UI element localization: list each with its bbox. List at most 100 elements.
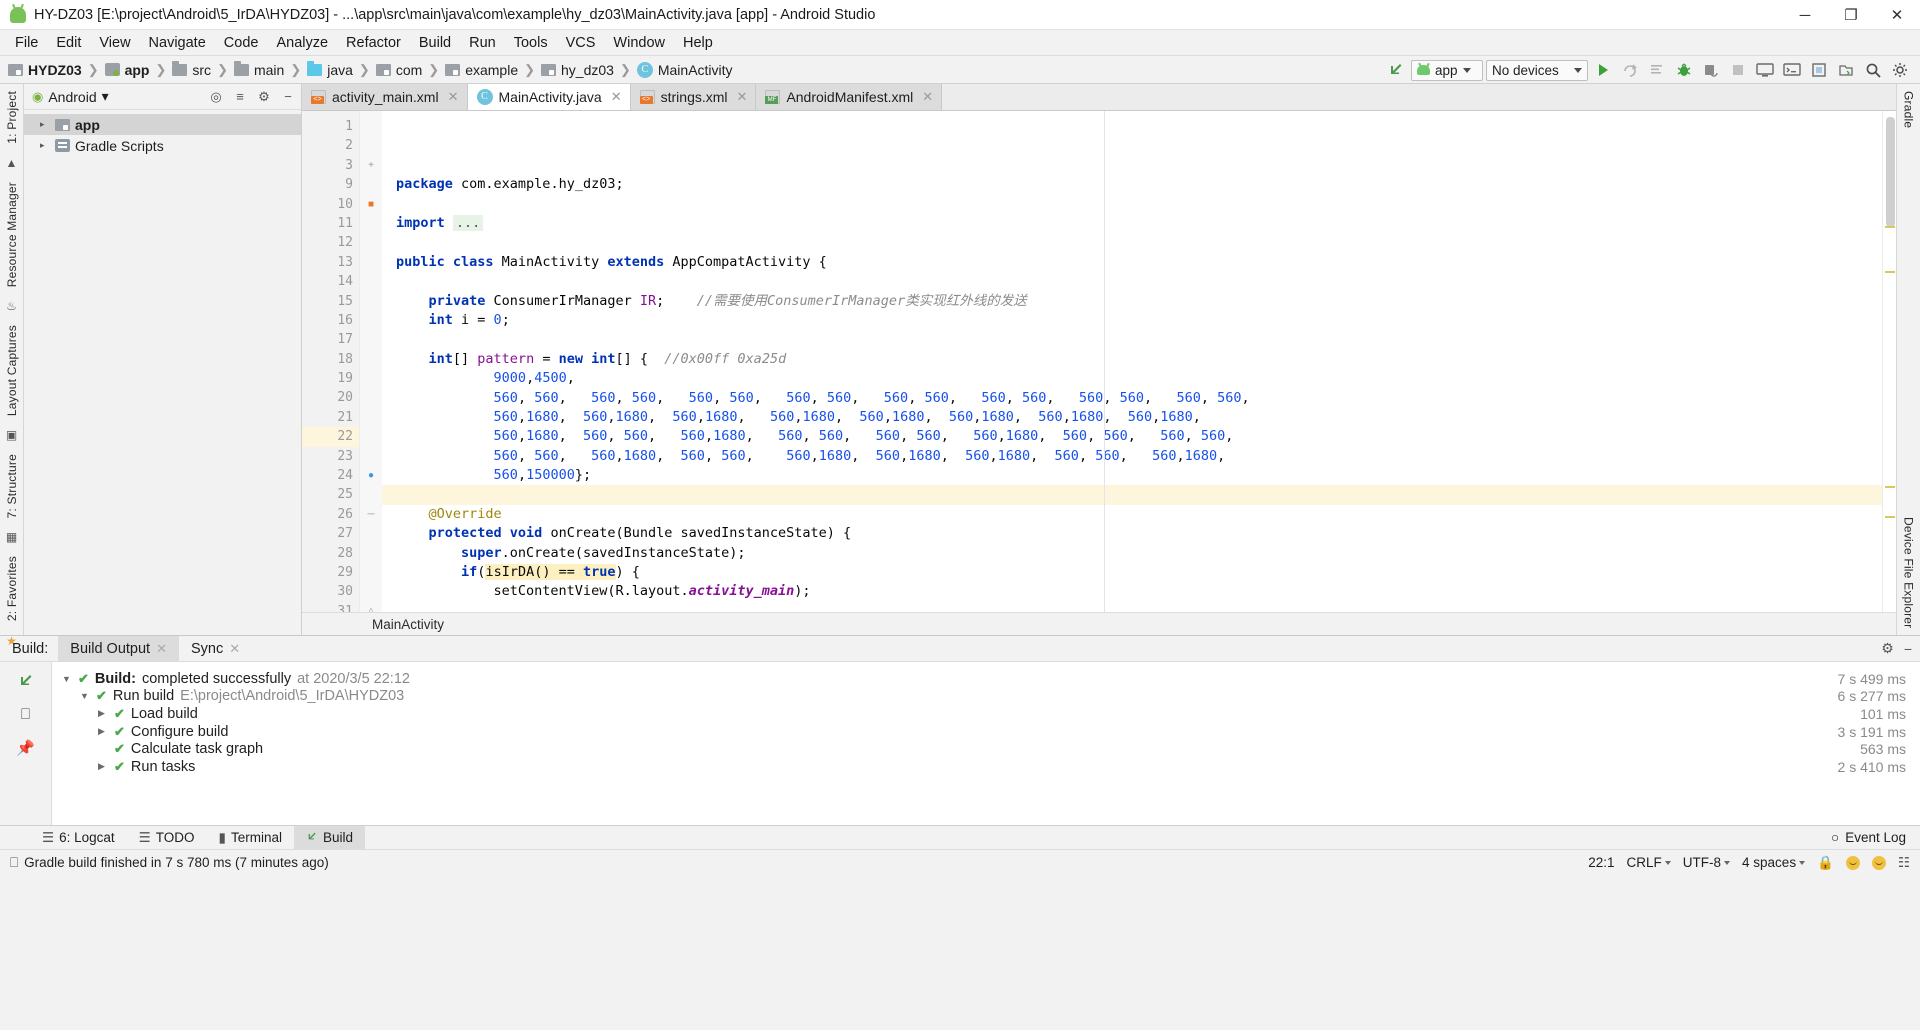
editor-breadcrumb[interactable]: MainActivity	[302, 612, 1896, 635]
breadcrumb-hy-dz03[interactable]: hy_dz03	[539, 62, 616, 78]
gear-icon[interactable]: ⚙	[1881, 640, 1894, 657]
line-number[interactable]: 16	[302, 311, 359, 330]
sdk-manager-icon[interactable]	[1780, 58, 1804, 82]
bottom-tab-build[interactable]: Build	[293, 825, 366, 850]
encoding-selector[interactable]: UTF-8	[1683, 855, 1731, 870]
code-line[interactable]: setContentView(R.layout.activity_main);	[382, 582, 1882, 601]
code-line[interactable]	[382, 272, 1882, 291]
close-icon[interactable]: ✕	[448, 89, 459, 105]
menu-view[interactable]: View	[90, 32, 139, 54]
line-number[interactable]: 14	[302, 272, 359, 291]
fold-marker[interactable]	[360, 350, 382, 369]
menu-refactor[interactable]: Refactor	[337, 32, 410, 54]
locate-file-icon[interactable]: ◎	[207, 88, 225, 106]
menu-analyze[interactable]: Analyze	[267, 32, 337, 54]
fold-marker[interactable]	[360, 447, 382, 466]
fold-marker[interactable]	[360, 408, 382, 427]
warning-marker[interactable]	[1885, 486, 1895, 488]
menu-edit[interactable]: Edit	[47, 32, 90, 54]
tree-item-gradle-scripts[interactable]: ▸ Gradle Scripts	[24, 135, 301, 156]
fold-marker[interactable]	[360, 233, 382, 252]
lock-icon[interactable]: 🔒	[1817, 855, 1834, 871]
toggle-view-icon[interactable]: ⎕	[13, 702, 39, 726]
expand-arrow-icon[interactable]: ▼	[80, 691, 90, 701]
build-output-row[interactable]: ▶ ✔ Configure build 3 s 191 ms	[62, 723, 1920, 741]
fold-marker[interactable]	[360, 369, 382, 388]
fold-marker[interactable]	[360, 544, 382, 563]
build-output-row[interactable]: ✔ Calculate task graph 563 ms	[62, 740, 1920, 758]
fold-marker[interactable]	[360, 582, 382, 601]
code-editor[interactable]: 1 2 3 9 10 11 12 13 14 15 16 17 18 19 20 21 22 23 24 25 26 27…	[302, 111, 1896, 612]
fold-marker[interactable]	[360, 136, 382, 155]
line-number[interactable]: 1	[302, 117, 359, 136]
sidebar-item-resource-manager[interactable]: Resource Manager	[5, 175, 19, 294]
caret-position[interactable]: 22:1	[1588, 855, 1614, 870]
search-icon[interactable]	[1861, 58, 1885, 82]
sidebar-item-device-file-explorer[interactable]: Device File Explorer	[1902, 510, 1916, 635]
code-line[interactable]	[382, 485, 1882, 505]
line-number[interactable]: 28	[302, 544, 359, 563]
breadcrumb-main[interactable]: main	[232, 60, 286, 78]
code-line[interactable]: 560,1680, 560,1680, 560,1680, 560,1680, …	[382, 408, 1882, 427]
code-line[interactable]: 560, 560, 560,1680, 560, 560, 560,1680, …	[382, 447, 1882, 466]
expand-arrow-icon[interactable]: ▶	[98, 708, 108, 719]
maximize-button[interactable]: ❐	[1828, 0, 1874, 30]
line-number[interactable]: 23	[302, 447, 359, 466]
minimize-icon[interactable]: −	[1904, 641, 1912, 657]
code-line[interactable]: package com.example.hy_dz03;	[382, 175, 1882, 194]
line-number[interactable]: 18	[302, 350, 359, 369]
code-line[interactable]	[382, 330, 1882, 349]
line-number[interactable]: 20	[302, 388, 359, 407]
line-number[interactable]: 21	[302, 408, 359, 427]
line-number[interactable]: 10	[302, 195, 359, 214]
gradle-sync-icon[interactable]	[1384, 58, 1408, 82]
close-icon[interactable]: ✕	[611, 89, 622, 105]
code-line[interactable]: public class MainActivity extends AppCom…	[382, 253, 1882, 272]
indent-selector[interactable]: 4 spaces	[1742, 855, 1806, 870]
expand-arrow-icon[interactable]: ▶	[98, 726, 108, 737]
debug-icon[interactable]	[1672, 58, 1696, 82]
build-output-row[interactable]: ▶ ✔ Run tasks 2 s 410 ms	[62, 758, 1920, 776]
tab-build-output[interactable]: Build Output ✕	[58, 635, 179, 662]
menu-help[interactable]: Help	[674, 32, 722, 54]
device-explorer-icon[interactable]	[1834, 58, 1858, 82]
code-line[interactable]: 9000,4500,	[382, 369, 1882, 388]
code-line[interactable]: protected void onCreate(Bundle savedInst…	[382, 524, 1882, 543]
line-number[interactable]: 2	[302, 136, 359, 155]
fold-marker[interactable]	[360, 485, 382, 504]
fold-marker[interactable]: ●	[360, 466, 382, 485]
expand-arrow-icon[interactable]: ▸	[40, 140, 50, 151]
build-output-row[interactable]: ▼ ✔ Build: completed successfully at 2020/…	[62, 670, 1920, 688]
fold-marker[interactable]: ─	[360, 505, 382, 524]
menu-navigate[interactable]: Navigate	[140, 32, 215, 54]
tab-strings-xml[interactable]: strings.xml ✕	[630, 83, 757, 110]
breadcrumb-example[interactable]: example	[443, 62, 520, 78]
run-icon[interactable]	[1591, 58, 1615, 82]
line-number[interactable]: 30	[302, 582, 359, 601]
breadcrumb-app[interactable]: app	[103, 62, 152, 78]
code-line[interactable]: import ...	[382, 214, 1882, 233]
close-icon[interactable]: ✕	[922, 89, 933, 105]
source-code[interactable]: package com.example.hy_dz03; import ... …	[382, 111, 1882, 612]
code-line[interactable]: int i = 0;	[382, 311, 1882, 330]
menu-run[interactable]: Run	[460, 32, 505, 54]
tab-mainactivity-java[interactable]: C MainActivity.java ✕	[467, 83, 631, 110]
close-icon[interactable]: ✕	[737, 89, 748, 105]
menu-build[interactable]: Build	[410, 32, 460, 54]
warning-marker[interactable]	[1885, 271, 1895, 273]
code-line[interactable]: if(isIrDA() == true) {	[382, 563, 1882, 582]
code-line[interactable]	[382, 233, 1882, 252]
line-number[interactable]: 26	[302, 505, 359, 524]
fold-marker[interactable]	[360, 253, 382, 272]
line-number[interactable]: 19	[302, 369, 359, 388]
fold-marker[interactable]	[360, 175, 382, 194]
minimize-button[interactable]: ─	[1782, 0, 1828, 30]
fold-marker[interactable]	[360, 524, 382, 543]
fold-marker[interactable]: +	[360, 156, 382, 175]
expand-arrow-icon[interactable]: ▶	[98, 761, 108, 772]
line-number[interactable]: 13	[302, 253, 359, 272]
line-number[interactable]: 17	[302, 330, 359, 349]
line-number[interactable]: 12	[302, 233, 359, 252]
code-line[interactable]: private ConsumerIrManager IR; //需要使用Cons…	[382, 292, 1882, 311]
tab-android-manifest-xml[interactable]: AndroidManifest.xml ✕	[756, 83, 943, 110]
